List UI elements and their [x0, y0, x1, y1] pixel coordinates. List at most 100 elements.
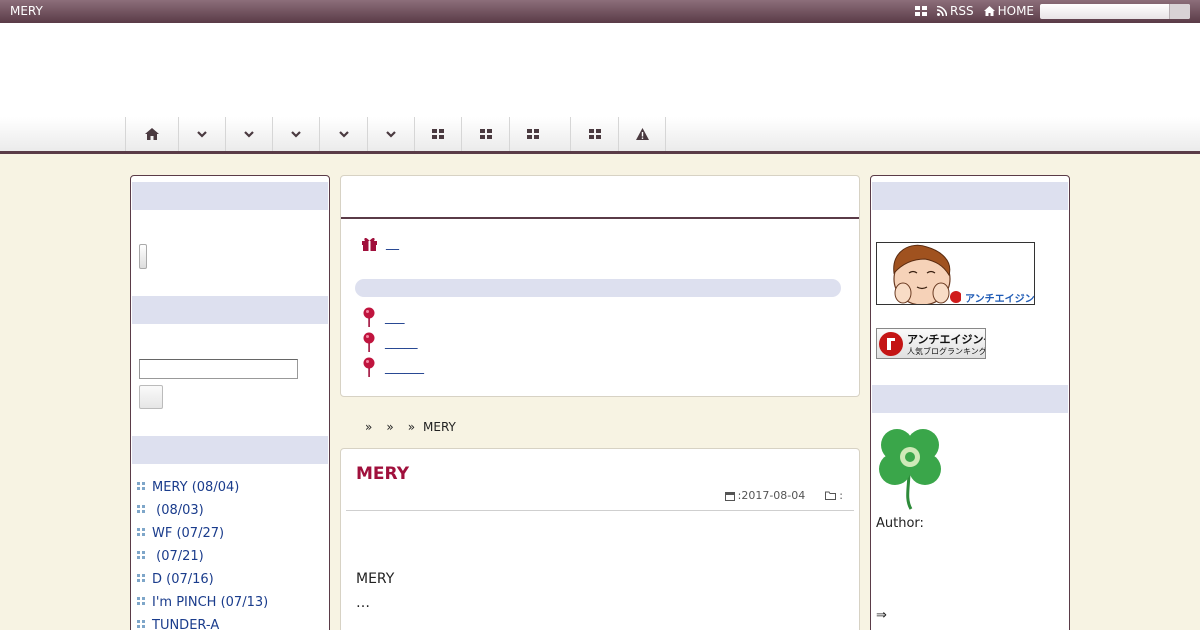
- nav-item-category-2[interactable]: [462, 117, 510, 151]
- pushpin-icon: [363, 307, 375, 327]
- list-item[interactable]: (08/03): [137, 499, 268, 522]
- nav-item-category-3[interactable]: [510, 117, 571, 151]
- left-sidebar: MERY (08/04) (08/03) WF (07/27) (07/21) …: [130, 175, 330, 630]
- square-bullet-icon: [137, 527, 145, 536]
- sidebar-heading-1: [132, 182, 328, 210]
- home-link[interactable]: HOME: [983, 4, 1034, 18]
- pin-link[interactable]: ______: [385, 360, 424, 375]
- square-bullet-icon: [137, 481, 145, 490]
- site-header: [0, 23, 1200, 117]
- top-search-button[interactable]: [1169, 4, 1190, 19]
- site-title[interactable]: MERY: [10, 4, 43, 18]
- nav-item-warning[interactable]: [619, 117, 666, 151]
- breadcrumb: » » » MERY: [365, 420, 456, 434]
- pushpin-icon: [363, 357, 375, 377]
- sidebar-heading-1: [872, 182, 1068, 210]
- article-body-line: MERY: [356, 571, 395, 587]
- grid-icon: [432, 129, 444, 139]
- breadcrumb-separator: »: [386, 420, 394, 434]
- article-divider: [346, 510, 854, 511]
- breadcrumb-separator: »: [365, 420, 373, 434]
- list-item[interactable]: I'm PINCH (07/13): [137, 591, 268, 614]
- banner-text: アンチエイジング: [965, 294, 1035, 305]
- article-body-ellipsis: …: [356, 595, 370, 611]
- breadcrumb-separator: »: [407, 420, 416, 434]
- breadcrumb-current: MERY: [423, 420, 456, 434]
- entry-link[interactable]: D (07/16): [152, 572, 214, 587]
- pin-row-2: _____: [361, 332, 418, 352]
- anti-aging-banner[interactable]: アンチエイジング: [876, 242, 1035, 305]
- grid-icon: [527, 129, 539, 139]
- recent-entries-list: MERY (08/04) (08/03) WF (07/27) (07/21) …: [137, 476, 268, 630]
- list-item[interactable]: MERY (08/04): [137, 476, 268, 499]
- nav-item-dropdown-5[interactable]: [368, 117, 415, 151]
- home-icon: [145, 128, 159, 140]
- chevron-down-icon: [338, 130, 349, 138]
- folder-icon: [825, 491, 837, 500]
- gift-row: __: [361, 236, 399, 251]
- gift-link[interactable]: __: [386, 236, 399, 251]
- ranking-banner[interactable]: アンチエイジング 人気ブログランキング: [876, 328, 986, 359]
- chevron-down-icon: [291, 130, 301, 138]
- list-item[interactable]: TUNDER-A: [137, 614, 268, 630]
- nav-item-dropdown-3[interactable]: [273, 117, 320, 151]
- sidebar-search-input[interactable]: [139, 359, 298, 379]
- entry-link[interactable]: (07/21): [152, 549, 204, 564]
- article-title[interactable]: MERY: [356, 464, 409, 484]
- article-date-text: :2017-08-04: [737, 489, 806, 502]
- square-bullet-icon: [137, 619, 145, 628]
- top-links: RSS HOME: [915, 4, 1034, 18]
- sidebar-search-button[interactable]: [139, 385, 163, 409]
- warning-icon: [635, 128, 649, 140]
- grid-icon: [479, 129, 492, 139]
- grid-icon[interactable]: [915, 6, 928, 16]
- square-bullet-icon: [137, 573, 145, 582]
- sidebar-heading-2: [132, 296, 328, 324]
- chevron-down-icon: [197, 130, 207, 138]
- entry-link[interactable]: TUNDER-A: [152, 618, 219, 630]
- pin-link[interactable]: _____: [385, 335, 418, 350]
- nav-item-home[interactable]: [126, 117, 179, 151]
- list-item[interactable]: WF (07/27): [137, 522, 268, 545]
- section-heading-bar: [355, 279, 841, 297]
- calendar-icon: [724, 491, 735, 501]
- nav-item-dropdown-2[interactable]: [226, 117, 273, 151]
- chevron-down-icon: [244, 130, 254, 138]
- top-bar: MERY RSS HOME: [0, 0, 1200, 23]
- nav-item-category-4[interactable]: [571, 117, 619, 151]
- top-search-input[interactable]: [1040, 4, 1190, 19]
- sidebar-small-button[interactable]: [139, 244, 147, 269]
- author-label: Author:: [876, 516, 924, 531]
- article-date: :2017-08-04: [724, 489, 806, 502]
- right-sidebar: アンチエイジング アンチエイジング 人気ブログランキング Author: ⇒: [870, 175, 1070, 630]
- square-bullet-icon: [137, 504, 145, 513]
- article-panel: MERY :2017-08-04 : MERY …: [340, 448, 860, 630]
- entry-link[interactable]: (08/03): [152, 503, 204, 518]
- pin-row-3: ______: [361, 357, 424, 377]
- more-link[interactable]: ⇒: [876, 608, 887, 623]
- nav-item-category-1[interactable]: [415, 117, 462, 151]
- pushpin-icon: [363, 332, 375, 352]
- entry-link[interactable]: MERY (08/04): [152, 480, 239, 495]
- article-category-text: :: [839, 489, 843, 502]
- pin-link[interactable]: ___: [385, 310, 405, 325]
- rss-link[interactable]: RSS: [937, 4, 974, 18]
- article-category[interactable]: :: [825, 489, 843, 502]
- list-item[interactable]: (07/21): [137, 545, 268, 568]
- nav-item-dropdown-1[interactable]: [179, 117, 226, 151]
- home-label: HOME: [997, 4, 1034, 18]
- featured-panel: __ ___ _____ ______: [340, 175, 860, 397]
- list-item[interactable]: D (07/16): [137, 568, 268, 591]
- rss-label: RSS: [950, 4, 974, 18]
- panel-divider: [341, 217, 859, 219]
- article-meta: :2017-08-04 :: [724, 489, 843, 502]
- banner-text-line2: 人気ブログランキング: [907, 347, 986, 356]
- grid-icon: [588, 129, 601, 139]
- nav-items: [125, 117, 666, 151]
- square-bullet-icon: [137, 596, 145, 605]
- nav-item-dropdown-4[interactable]: [320, 117, 368, 151]
- ranking-logo-icon: [879, 332, 903, 356]
- entry-link[interactable]: WF (07/27): [152, 526, 224, 541]
- entry-link[interactable]: I'm PINCH (07/13): [152, 595, 268, 610]
- chevron-down-icon: [386, 130, 396, 138]
